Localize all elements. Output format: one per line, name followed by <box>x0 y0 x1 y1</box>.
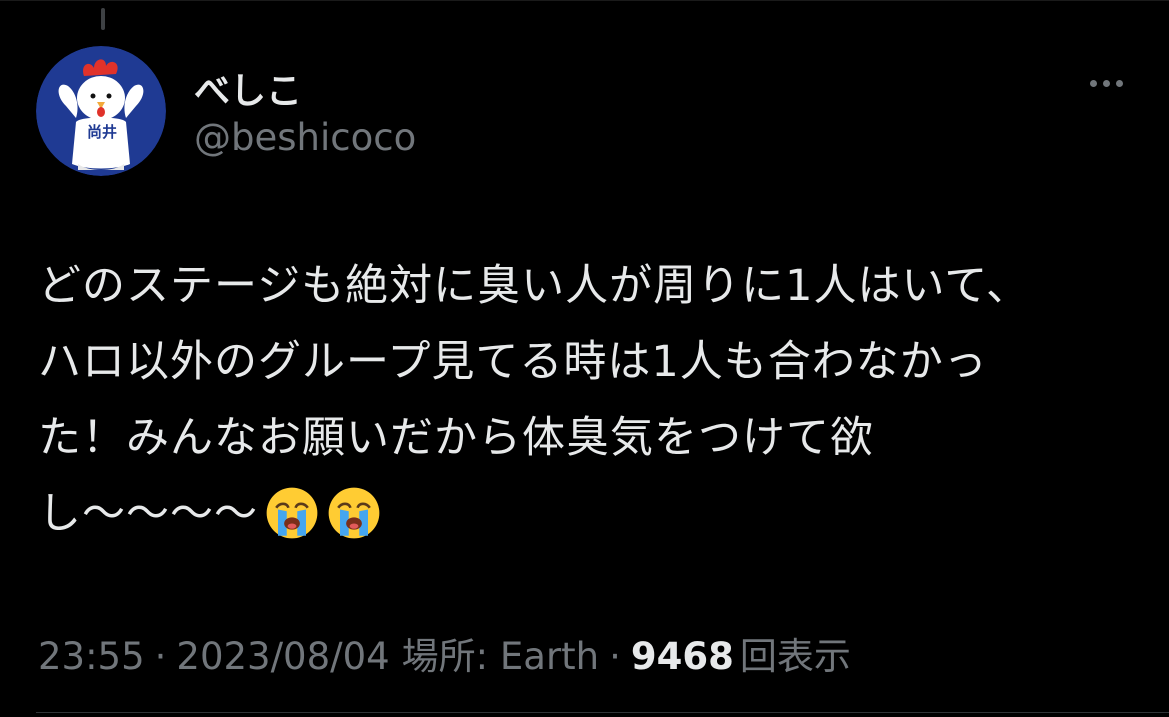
tweet-text-line: どのステージも絶対に臭い人が周りに1人はいて、 <box>38 261 1031 311</box>
more-horizontal-icon-dot <box>1115 79 1123 87</box>
more-horizontal-icon <box>1089 79 1097 87</box>
display-name[interactable]: べしこ <box>194 62 302 114</box>
more-horizontal-icon-dot <box>1102 79 1110 87</box>
views-count[interactable]: 9468 <box>631 635 734 678</box>
tweet-metadata: 23:55 · 2023/08/04 場所: Earth · 9468 回表示 <box>38 626 851 680</box>
avatar-shirt-text: 尚井 <box>86 123 117 141</box>
tweet-text-line: た！みんなお願いだから体臭気をつけて欲 <box>38 413 874 463</box>
separator-dot: · <box>154 635 167 678</box>
loudly-crying-face-icon <box>266 487 318 538</box>
thread-connector-line <box>101 8 105 30</box>
tweet-text-line: ハロ以外のグループ見てる時は1人も合わなかっ <box>38 337 988 387</box>
more-options-button[interactable] <box>1080 68 1132 98</box>
chicken-mascot-avatar-icon <box>36 46 166 176</box>
top-divider <box>0 0 1169 1</box>
separator-dot: · <box>609 635 621 678</box>
avatar[interactable] <box>36 46 166 176</box>
user-handle[interactable]: @beshicoco <box>194 116 416 159</box>
tweet-text: どのステージも絶対に臭い人が周りに1人はいて、 ハロ以外のグループ見てる時は1人… <box>38 248 1138 552</box>
tweet-location: 場所: Earth <box>401 635 600 678</box>
tweet-text-line-content: し〜〜〜〜 <box>38 489 258 539</box>
loudly-crying-face-icon <box>328 487 380 538</box>
bottom-divider <box>36 712 1169 713</box>
views-label: 回表示 <box>739 635 851 678</box>
tweet-date[interactable]: 2023/08/04 <box>176 635 389 678</box>
tweet-time[interactable]: 23:55 <box>38 635 145 678</box>
tweet-text-line-last: し〜〜〜〜 <box>38 476 1138 552</box>
